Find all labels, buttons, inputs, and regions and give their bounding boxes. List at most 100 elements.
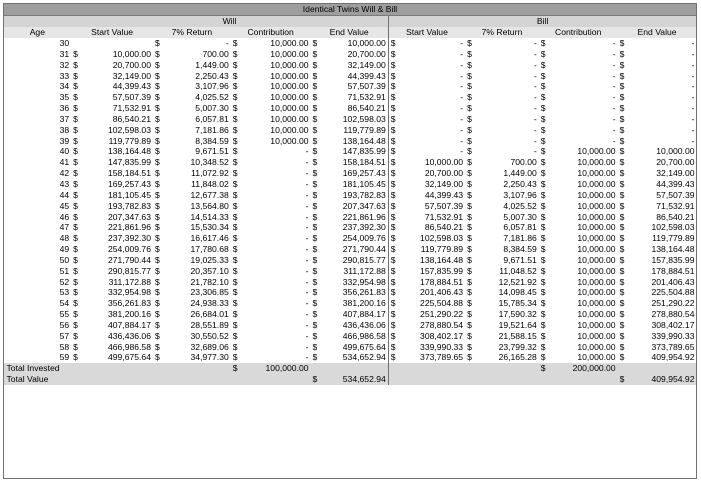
age-cell[interactable]: 43 bbox=[4, 179, 72, 190]
bill-start-value-cell[interactable]: 178,884.51 bbox=[396, 277, 465, 288]
bill-end-value-cell[interactable]: - bbox=[626, 92, 697, 103]
bill-end-value-cell[interactable]: 10,000.00 bbox=[626, 146, 697, 157]
bill-start-value-cell[interactable]: 308,402.17 bbox=[396, 331, 465, 342]
will-total-value[interactable]: 534,652.94 bbox=[318, 374, 389, 385]
bill-return-cell[interactable]: 9,671.51 bbox=[473, 255, 539, 266]
bill-return-cell[interactable]: 23,799.32 bbox=[473, 342, 539, 353]
will-contribution-cell[interactable]: 10,000.00 bbox=[239, 60, 311, 71]
will-start-value-cell[interactable]: 57,507.39 bbox=[79, 92, 153, 103]
bill-end-value-cell[interactable]: 102,598.03 bbox=[626, 222, 697, 233]
will-start-value-cell[interactable]: 86,540.21 bbox=[79, 114, 153, 125]
bill-contribution-cell[interactable]: 10,000.00 bbox=[547, 233, 618, 244]
will-end-value-cell[interactable]: 271,790.44 bbox=[319, 244, 389, 255]
age-cell[interactable]: 55 bbox=[4, 309, 72, 320]
will-contribution-cell[interactable]: - bbox=[239, 190, 311, 201]
will-return-cell[interactable]: 20,357.10 bbox=[161, 266, 231, 277]
bill-contribution-cell[interactable]: - bbox=[547, 49, 618, 60]
bill-total-value[interactable]: 409,954.92 bbox=[625, 374, 697, 385]
bill-end-value-cell[interactable]: 86,540.21 bbox=[626, 212, 697, 223]
will-return-cell[interactable]: 7,181.86 bbox=[161, 125, 231, 136]
bill-return-cell[interactable]: 3,107.96 bbox=[473, 190, 539, 201]
will-contribution-cell[interactable]: - bbox=[239, 233, 311, 244]
will-contribution-cell[interactable]: - bbox=[239, 201, 311, 212]
will-contribution-cell[interactable]: - bbox=[239, 342, 311, 353]
bill-start-value-cell[interactable]: - bbox=[396, 38, 465, 49]
will-start-value-cell[interactable]: 356,261.83 bbox=[79, 298, 153, 309]
bill-end-value-cell[interactable]: 44,399.43 bbox=[626, 179, 697, 190]
will-start-value-cell[interactable]: 407,884.17 bbox=[79, 320, 153, 331]
bill-end-value-cell[interactable]: 32,149.00 bbox=[626, 168, 697, 179]
will-total-invested[interactable]: 100,000.00 bbox=[238, 363, 311, 375]
bill-return-cell[interactable]: - bbox=[473, 92, 539, 103]
will-start-value-cell[interactable]: 193,782.83 bbox=[79, 201, 153, 212]
will-return-cell[interactable]: 6,057.81 bbox=[161, 114, 231, 125]
will-contribution-cell[interactable]: - bbox=[239, 179, 311, 190]
will-start-value-cell[interactable]: 119,779.89 bbox=[79, 136, 153, 147]
bill-end-value-cell[interactable]: 201,406.43 bbox=[626, 277, 697, 288]
will-contribution-cell[interactable]: - bbox=[239, 212, 311, 223]
header-age[interactable]: Age bbox=[3, 27, 72, 38]
will-end-value-cell[interactable]: 290,815.77 bbox=[319, 255, 389, 266]
age-cell[interactable]: 37 bbox=[4, 114, 72, 125]
will-contribution-cell[interactable]: - bbox=[239, 320, 311, 331]
will-contribution-cell[interactable]: - bbox=[239, 244, 311, 255]
blank-cell[interactable] bbox=[465, 363, 539, 375]
blank-cell[interactable] bbox=[310, 363, 389, 375]
bill-contribution-cell[interactable]: - bbox=[547, 114, 618, 125]
bill-end-value-cell[interactable]: - bbox=[626, 136, 697, 147]
bill-contribution-cell[interactable]: 10,000.00 bbox=[547, 255, 618, 266]
will-contribution-cell[interactable]: 10,000.00 bbox=[239, 38, 311, 49]
bill-start-value-cell[interactable]: 32,149.00 bbox=[396, 179, 465, 190]
bill-end-value-cell[interactable]: 178,884.51 bbox=[626, 266, 697, 277]
bill-contribution-cell[interactable]: 10,000.00 bbox=[547, 309, 618, 320]
bill-return-cell[interactable]: 21,588.15 bbox=[473, 331, 539, 342]
will-return-cell[interactable]: 24,938.33 bbox=[161, 298, 231, 309]
will-end-value-cell[interactable]: 436,436.06 bbox=[319, 320, 389, 331]
bill-contribution-cell[interactable]: - bbox=[547, 71, 618, 82]
age-cell[interactable]: 39 bbox=[4, 136, 72, 147]
bill-start-value-cell[interactable]: - bbox=[396, 71, 465, 82]
will-contribution-cell[interactable]: - bbox=[239, 266, 311, 277]
bill-start-value-cell[interactable]: 157,835.99 bbox=[396, 266, 465, 277]
bill-contribution-cell[interactable]: 10,000.00 bbox=[547, 190, 618, 201]
age-cell[interactable]: 54 bbox=[4, 298, 72, 309]
bill-start-value-cell[interactable]: - bbox=[396, 92, 465, 103]
bill-return-cell[interactable]: 2,250.43 bbox=[473, 179, 539, 190]
bill-contribution-cell[interactable]: - bbox=[547, 92, 618, 103]
age-cell[interactable]: 35 bbox=[4, 92, 72, 103]
bill-start-value-cell[interactable]: 86,540.21 bbox=[396, 222, 465, 233]
bill-start-value-cell[interactable]: 251,290.22 bbox=[396, 309, 465, 320]
age-cell[interactable]: 52 bbox=[4, 277, 72, 288]
bill-return-cell[interactable]: 11,048.52 bbox=[473, 266, 539, 277]
will-return-cell[interactable]: 26,684.01 bbox=[161, 309, 231, 320]
will-return-cell[interactable]: 3,107.96 bbox=[161, 81, 231, 92]
will-contribution-cell[interactable]: - bbox=[239, 309, 311, 320]
bill-end-value-cell[interactable]: - bbox=[626, 125, 697, 136]
age-cell[interactable]: 50 bbox=[4, 255, 72, 266]
age-cell[interactable]: 42 bbox=[4, 168, 72, 179]
will-return-cell[interactable]: 9,671.51 bbox=[161, 146, 231, 157]
bill-contribution-cell[interactable]: - bbox=[547, 38, 618, 49]
will-start-value-cell[interactable]: 71,532.91 bbox=[79, 103, 153, 114]
will-end-value-cell[interactable]: 311,172.88 bbox=[319, 266, 389, 277]
bill-start-value-cell[interactable]: - bbox=[396, 103, 465, 114]
bill-contribution-cell[interactable]: 10,000.00 bbox=[547, 287, 618, 298]
will-end-value-cell[interactable]: 407,884.17 bbox=[319, 309, 389, 320]
will-end-value-cell[interactable]: 138,164.48 bbox=[319, 136, 389, 147]
age-cell[interactable]: 31 bbox=[4, 49, 72, 60]
bill-end-value-cell[interactable]: - bbox=[626, 60, 697, 71]
bill-return-cell[interactable]: 1,449.00 bbox=[473, 168, 539, 179]
bill-contribution-cell[interactable]: 10,000.00 bbox=[547, 222, 618, 233]
age-cell[interactable]: 53 bbox=[4, 287, 72, 298]
bill-end-value-cell[interactable]: - bbox=[626, 114, 697, 125]
will-end-value-cell[interactable]: 499,675.64 bbox=[319, 342, 389, 353]
bill-return-cell[interactable]: 6,057.81 bbox=[473, 222, 539, 233]
bill-end-value-cell[interactable]: 409,954.92 bbox=[626, 352, 697, 363]
bill-start-value-cell[interactable]: 373,789.65 bbox=[396, 352, 465, 363]
bill-contribution-cell[interactable]: - bbox=[547, 136, 618, 147]
bill-return-cell[interactable]: 15,785.34 bbox=[473, 298, 539, 309]
age-cell[interactable]: 34 bbox=[4, 81, 72, 92]
will-start-value-cell[interactable]: 221,861.96 bbox=[79, 222, 153, 233]
bill-contribution-cell[interactable]: 10,000.00 bbox=[547, 168, 618, 179]
sheet-title[interactable]: Identical Twins Will & Bill bbox=[3, 3, 697, 16]
